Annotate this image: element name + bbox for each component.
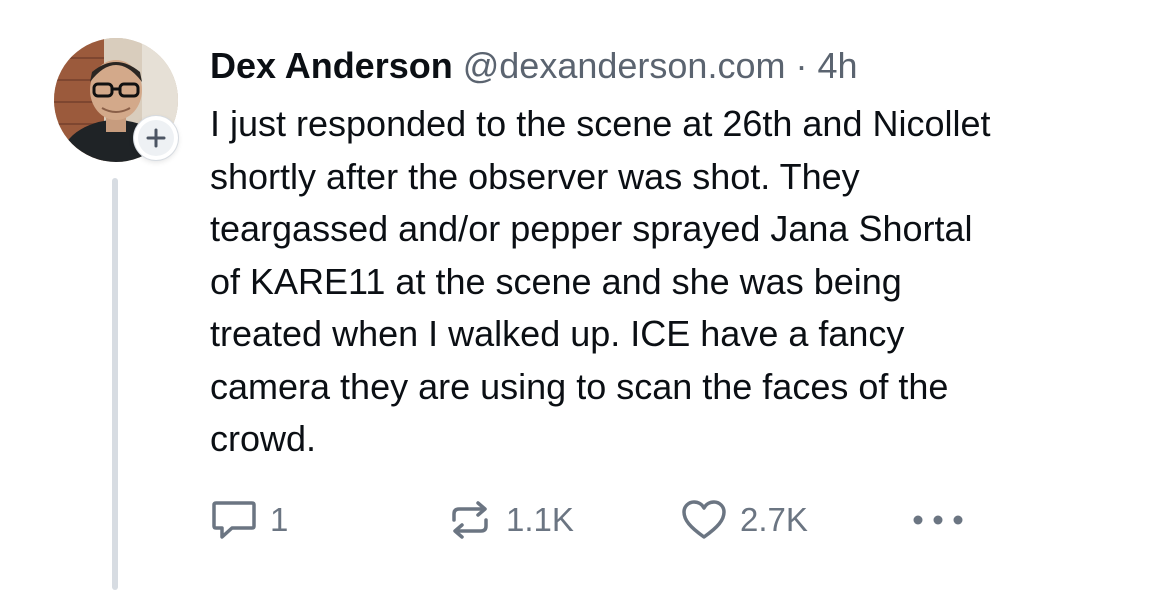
reply-icon <box>212 501 256 539</box>
post[interactable]: Dex Anderson @dexanderson.com · 4h I jus… <box>0 0 1170 590</box>
like-button[interactable]: 2.7K <box>680 498 808 542</box>
post-timestamp[interactable]: 4h <box>817 45 857 86</box>
repost-count: 1.1K <box>506 501 574 538</box>
post-header: Dex Anderson @dexanderson.com · 4h <box>210 40 1150 92</box>
follow-button[interactable] <box>134 116 178 160</box>
post-text: I just responded to the scene at 26th an… <box>210 98 1130 466</box>
thread-line <box>112 178 118 590</box>
post-text-line: teargassed and/or pepper sprayed Jana Sh… <box>210 208 973 249</box>
reply-button[interactable]: 1 <box>210 498 288 542</box>
repost-icon <box>452 501 488 539</box>
post-content: Dex Anderson @dexanderson.com · 4h I jus… <box>210 40 1150 466</box>
author-name[interactable]: Dex Anderson <box>210 45 453 86</box>
post-text-line: shortly after the observer was shot. The… <box>210 155 860 197</box>
heart-icon <box>682 500 726 539</box>
more-options-button[interactable] <box>910 498 966 542</box>
post-text-line: I just responded to the scene at 26th an… <box>210 103 991 144</box>
post-actions: 1 1.1K 2.7K <box>210 498 970 542</box>
separator-dot: · <box>795 45 808 86</box>
post-text-line: of KARE11 at the scene and she was being <box>210 260 902 302</box>
post-text-line: camera they are using to scan the faces … <box>210 365 949 407</box>
plus-icon <box>138 120 174 156</box>
post-text-line: treated when I walked up. ICE have a fan… <box>210 313 905 354</box>
repost-button[interactable]: 1.1K <box>446 498 574 542</box>
like-count: 2.7K <box>740 501 808 538</box>
more-icon <box>913 515 963 525</box>
reply-count: 1 <box>270 501 289 538</box>
post-text-line: crowd. <box>210 418 317 459</box>
author-handle[interactable]: @dexanderson.com <box>463 45 786 86</box>
